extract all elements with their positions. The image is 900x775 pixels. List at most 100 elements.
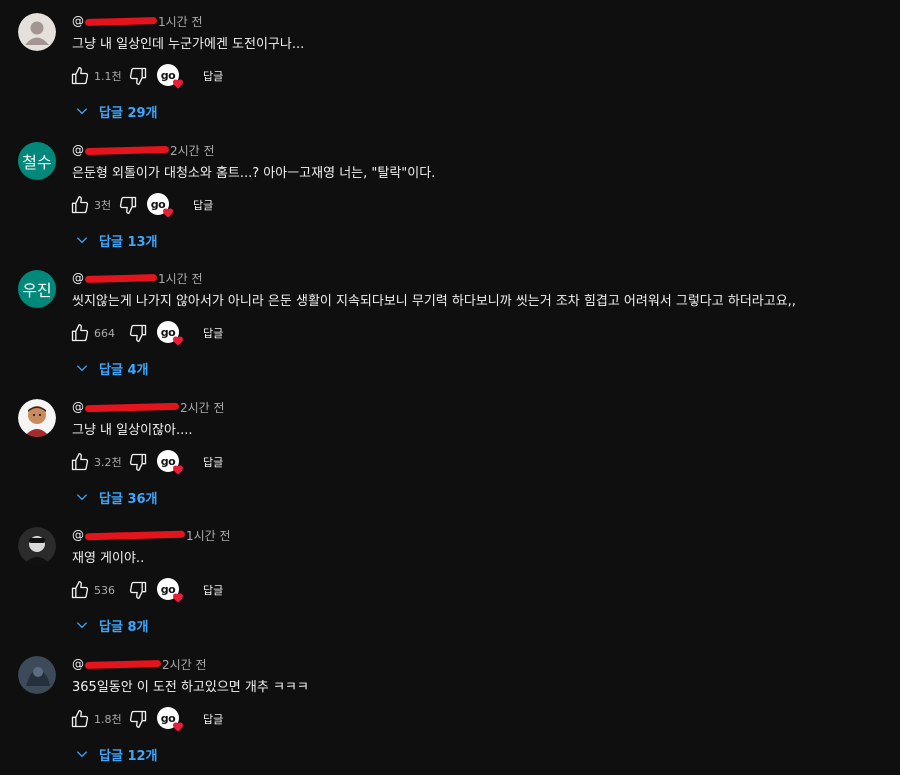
like-button[interactable] xyxy=(70,323,90,343)
creator-heart-badge: go xyxy=(157,707,183,732)
view-replies-button[interactable]: 답글 12개 xyxy=(75,744,158,764)
comment-text: 365일동안 이 도전 하고있으면 개추 ㅋㅋㅋ xyxy=(72,680,309,695)
replies-count-label: 답글 13개 xyxy=(99,234,158,250)
dislike-button[interactable] xyxy=(128,709,148,729)
redaction-mark xyxy=(84,530,186,540)
dislike-button[interactable] xyxy=(128,323,148,343)
thumb-down-icon xyxy=(129,581,147,599)
comment-text: 그냥 내 일상이잖아.... xyxy=(72,423,193,438)
reply-button[interactable]: 답글 xyxy=(203,454,223,470)
dislike-button[interactable] xyxy=(118,195,138,215)
user-photo-icon xyxy=(18,656,56,694)
like-button[interactable] xyxy=(70,66,90,86)
dislike-button[interactable] xyxy=(128,452,148,472)
comment-text: 씻지않는게 나가지 않아서가 아니라 은둔 생활이 지속되다보니 무기력 하다보… xyxy=(72,294,796,309)
like-count: 3.2천 xyxy=(94,456,122,469)
heart-icon xyxy=(163,208,173,218)
like-button[interactable] xyxy=(70,580,90,600)
thumb-down-icon xyxy=(129,67,147,86)
author-handle[interactable]: @ xyxy=(72,271,84,285)
reply-button[interactable]: 답글 xyxy=(203,582,223,598)
heart-icon xyxy=(173,79,183,89)
timestamp[interactable]: 2시간 전 xyxy=(170,142,215,159)
replies-count-label: 답글 12개 xyxy=(99,748,158,764)
chevron-down-icon xyxy=(76,494,88,501)
author-handle[interactable]: @ xyxy=(72,143,84,157)
heart-icon xyxy=(173,336,183,346)
redaction-mark xyxy=(84,659,162,669)
creator-heart-badge: go xyxy=(157,578,183,603)
like-count: 1.1천 xyxy=(94,70,122,83)
thumb-down-icon xyxy=(129,710,147,728)
comment-actions: 664 go 답글 xyxy=(70,321,223,346)
heart-icon xyxy=(173,722,183,732)
timestamp[interactable]: 1시간 전 xyxy=(186,527,231,544)
dislike-button[interactable] xyxy=(128,580,148,600)
thumb-up-icon xyxy=(71,453,89,471)
comment-actions: 1.1천 go 답글 xyxy=(70,64,223,89)
timestamp[interactable]: 2시간 전 xyxy=(162,656,207,673)
avatar-initials: 철수 xyxy=(22,153,52,172)
creator-heart-badge: go xyxy=(157,64,183,89)
comment-actions: 3천 go 답글 xyxy=(70,193,213,218)
creator-heart-badge: go xyxy=(147,193,173,218)
comment-text: 은둔형 외톨이가 대청소와 홈트...? 아아ㅡ고재영 너는, "탈락"이다. xyxy=(72,166,436,181)
thumb-down-icon xyxy=(119,196,137,214)
author-handle[interactable]: @ xyxy=(72,528,84,542)
heart-icon xyxy=(173,465,183,475)
avatar[interactable]: 철수 xyxy=(18,142,56,180)
avatar[interactable] xyxy=(18,13,56,51)
redaction-mark xyxy=(84,16,158,26)
user-photo-icon xyxy=(18,527,56,565)
timestamp[interactable]: 1시간 전 xyxy=(158,13,203,30)
like-count: 664 xyxy=(94,326,115,340)
comment-text: 그냥 내 일상인데 누군가에겐 도전이구나... xyxy=(72,37,305,52)
redaction-mark xyxy=(84,402,180,412)
comment-actions: 1.8천 go 답글 xyxy=(70,707,223,732)
view-replies-button[interactable]: 답글 36개 xyxy=(75,487,158,507)
avatar[interactable] xyxy=(18,399,56,437)
comment-header: @ 1시간 전 xyxy=(72,270,203,286)
thumb-down-icon xyxy=(129,324,147,342)
comment-actions: 3.2천 go 답글 xyxy=(70,450,223,475)
like-button[interactable] xyxy=(70,452,90,472)
author-handle[interactable]: @ xyxy=(72,14,84,28)
reply-button[interactable]: 답글 xyxy=(203,325,223,341)
replies-count-label: 답글 36개 xyxy=(99,491,158,507)
reply-button[interactable]: 답글 xyxy=(203,68,223,84)
author-handle[interactable]: @ xyxy=(72,400,84,414)
timestamp[interactable]: 2시간 전 xyxy=(180,399,225,416)
default-avatar-icon xyxy=(18,13,56,51)
thumb-up-icon xyxy=(71,581,89,599)
dislike-button[interactable] xyxy=(128,66,148,86)
chevron-down-icon xyxy=(76,365,88,372)
heart-icon xyxy=(173,593,183,603)
view-replies-button[interactable]: 답글 13개 xyxy=(75,230,158,250)
author-handle[interactable]: @ xyxy=(72,657,84,671)
replies-count-label: 답글 4개 xyxy=(99,362,149,378)
thumb-up-icon xyxy=(71,710,89,728)
comment-text: 재영 게이야.. xyxy=(72,551,145,566)
like-button[interactable] xyxy=(70,195,90,215)
comment-header: @ 2시간 전 xyxy=(72,656,207,672)
view-replies-button[interactable]: 답글 4개 xyxy=(75,358,148,378)
reply-button[interactable]: 답글 xyxy=(193,197,213,213)
replies-count-label: 답글 29개 xyxy=(99,105,158,121)
thumb-up-icon xyxy=(71,196,89,214)
chevron-down-icon xyxy=(76,751,88,758)
like-button[interactable] xyxy=(70,709,90,729)
chevron-down-icon xyxy=(76,622,88,629)
avatar[interactable] xyxy=(18,656,56,694)
reply-button[interactable]: 답글 xyxy=(203,711,223,727)
replies-count-label: 답글 8개 xyxy=(99,619,149,635)
avatar-initials: 우진 xyxy=(22,281,52,300)
view-replies-button[interactable]: 답글 8개 xyxy=(75,615,148,635)
avatar[interactable]: 우진 xyxy=(18,270,56,308)
like-count: 536 xyxy=(94,583,115,597)
redaction-mark xyxy=(84,145,170,155)
view-replies-button[interactable]: 답글 29개 xyxy=(75,101,158,121)
comment-header: @ 2시간 전 xyxy=(72,142,215,158)
avatar[interactable] xyxy=(18,527,56,565)
timestamp[interactable]: 1시간 전 xyxy=(158,270,203,287)
creator-heart-badge: go xyxy=(157,321,183,346)
